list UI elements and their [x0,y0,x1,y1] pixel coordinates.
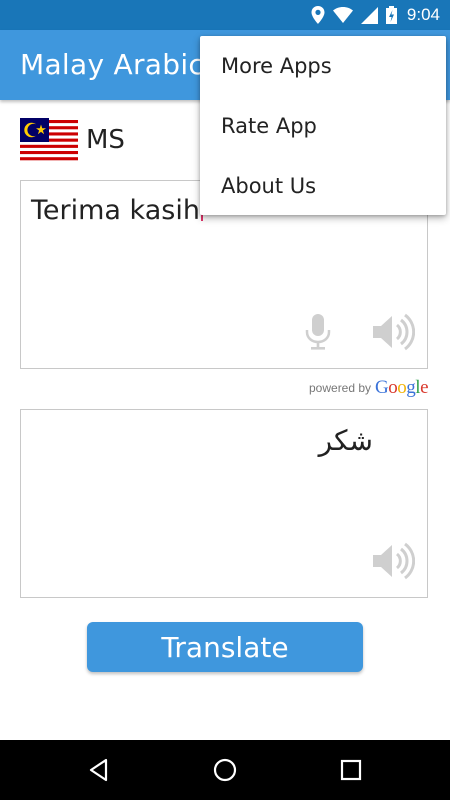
back-icon[interactable] [87,758,111,782]
malaysia-flag-icon [20,118,78,162]
powered-by-google: powered by Google [309,376,428,400]
app-title: Malay Arabic [20,48,205,81]
navigation-bar [0,740,450,800]
signal-icon [360,6,378,24]
menu-item-rate-app[interactable]: Rate App [200,96,446,156]
recents-icon[interactable] [339,758,363,782]
battery-icon [385,6,397,24]
google-logo: Google [375,377,428,398]
source-language-code: MS [86,125,125,155]
location-icon [311,6,325,24]
menu-item-about-us[interactable]: About Us [200,156,446,216]
menu-item-more-apps[interactable]: More Apps [200,36,446,96]
status-icons: 9:04 [311,0,440,30]
input-text-value: Terima kasih [31,195,200,226]
input-text[interactable]: Terima kasih [31,195,203,226]
speaker-icon[interactable] [371,542,415,580]
wifi-icon [332,7,353,23]
output-text-box: شكر [20,409,428,598]
speaker-icon[interactable] [371,313,415,351]
overflow-menu: More Apps Rate App About Us [200,36,446,215]
status-bar: 9:04 [0,0,450,30]
status-time: 9:04 [406,5,440,24]
powered-by-label: powered by [309,381,372,395]
output-text: شكر [318,424,373,457]
translate-button[interactable]: Translate [87,622,363,672]
app-screen: 9:04 Malay Arabic MS Terima kasih powere… [0,0,450,800]
home-icon[interactable] [213,758,237,782]
source-language-selector[interactable]: MS [20,118,125,162]
microphone-icon[interactable] [305,314,331,350]
